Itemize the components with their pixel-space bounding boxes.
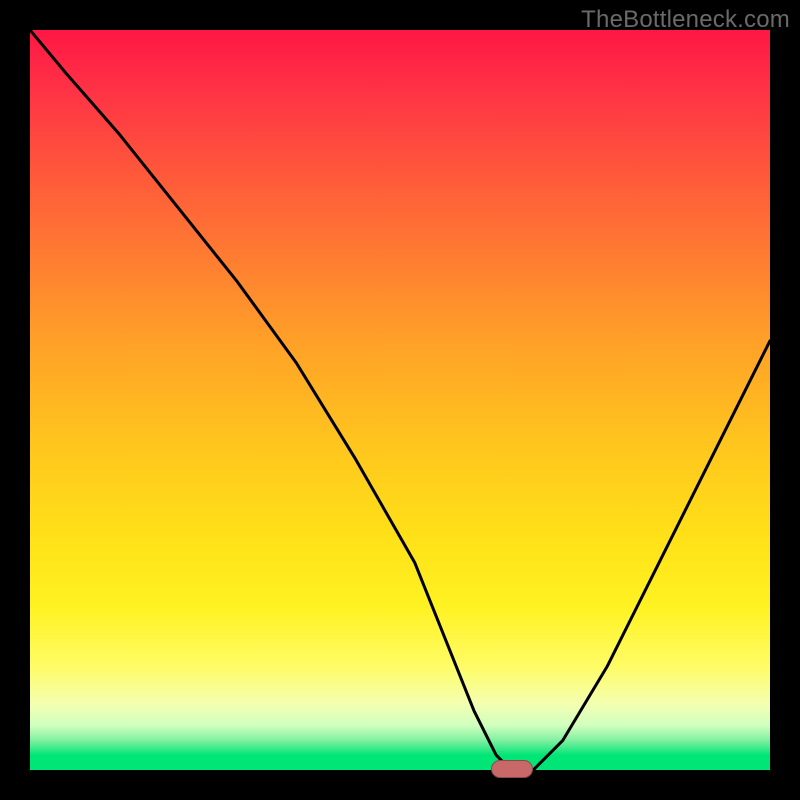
curve-svg <box>30 30 770 770</box>
chart-container: TheBottleneck.com <box>0 0 800 800</box>
optimal-marker <box>491 760 533 778</box>
bottleneck-curve <box>30 30 770 770</box>
gradient-plot-area <box>30 30 770 770</box>
